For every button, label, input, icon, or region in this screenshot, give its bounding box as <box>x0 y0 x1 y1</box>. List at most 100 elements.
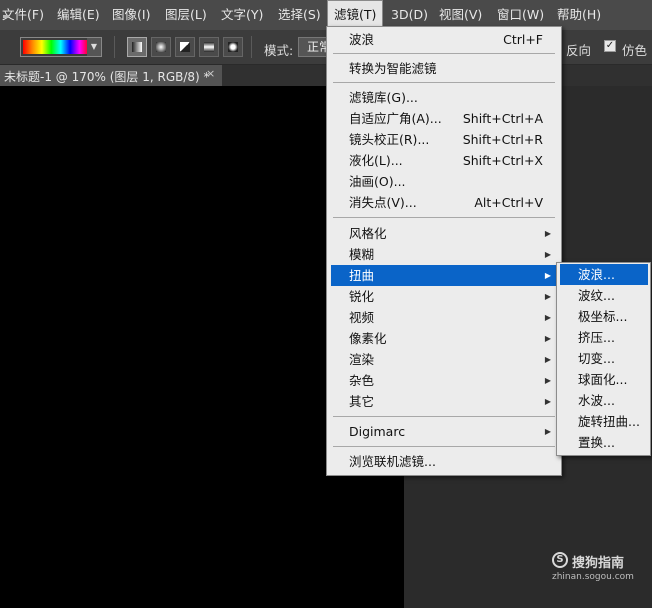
menu-item-pixelate[interactable]: 像素化 ▶ <box>331 328 557 349</box>
menu-item-sharpen[interactable]: 锐化 ▶ <box>331 286 557 307</box>
submenu-arrow-icon: ▶ <box>544 397 551 406</box>
submenu-item-spherize[interactable]: 球面化... <box>560 369 648 390</box>
submenu-item-shear[interactable]: 切变... <box>560 348 648 369</box>
menu-item-digimarc[interactable]: Digimarc ▶ <box>331 421 557 442</box>
menu-item-label: 其它 <box>349 394 375 409</box>
menu-item-label: 锐化 <box>349 289 375 304</box>
menu-item-label: 模糊 <box>349 247 375 262</box>
linear-gradient-icon <box>132 42 142 52</box>
menu-item-vanishing-point[interactable]: 消失点(V)... Alt+Ctrl+V <box>331 192 557 213</box>
menu-separator <box>333 82 555 83</box>
menu-select[interactable]: 选择(S) <box>278 0 321 30</box>
menu-item-shortcut: Alt+Ctrl+V <box>474 195 543 210</box>
submenu-item-label: 球面化... <box>578 372 628 387</box>
submenu-item-label: 极坐标... <box>578 309 628 324</box>
angle-gradient-button[interactable] <box>175 37 195 57</box>
menu-item-shortcut: Shift+Ctrl+X <box>462 153 543 168</box>
gradient-picker[interactable]: ▼ <box>20 37 102 57</box>
menu-item-browse-online-filters[interactable]: 浏览联机滤镜... <box>331 451 557 472</box>
dither-label: 仿色 <box>622 43 648 58</box>
submenu-item-ripple[interactable]: 波纹... <box>560 285 648 306</box>
menu-item-lens-correction[interactable]: 镜头校正(R)... Shift+Ctrl+R <box>331 129 557 150</box>
divider <box>114 36 115 58</box>
menu-item-label: 风格化 <box>349 226 387 241</box>
submenu-item-pinch[interactable]: 挤压... <box>560 327 648 348</box>
submenu-item-label: 波浪... <box>578 267 615 282</box>
submenu-item-polar-coordinates[interactable]: 极坐标... <box>560 306 648 327</box>
menu-item-label: 像素化 <box>349 331 387 346</box>
menu-item-blur[interactable]: 模糊 ▶ <box>331 244 557 265</box>
menu-item-other[interactable]: 其它 ▶ <box>331 391 557 412</box>
submenu-arrow-icon: ▶ <box>544 313 551 322</box>
menu-item-shortcut: Shift+Ctrl+R <box>462 132 543 147</box>
menu-item-label: 自适应广角(A)... <box>349 111 442 126</box>
menu-item-noise[interactable]: 杂色 ▶ <box>331 370 557 391</box>
menu-item-label: Digimarc <box>349 424 406 439</box>
menu-item-distort[interactable]: 扭曲 ▶ <box>331 265 557 286</box>
menu-item-label: 杂色 <box>349 373 375 388</box>
submenu-item-twirl[interactable]: 旋转扭曲... <box>560 411 648 432</box>
menu-item-video[interactable]: 视频 ▶ <box>331 307 557 328</box>
radial-gradient-button[interactable] <box>151 37 171 57</box>
submenu-item-displace[interactable]: 置换... <box>560 432 648 453</box>
menu-item-label: 扭曲 <box>349 268 375 283</box>
submenu-item-label: 旋转扭曲... <box>578 414 640 429</box>
menu-item-label: 油画(O)... <box>349 174 406 189</box>
menu-separator <box>333 53 555 54</box>
distort-submenu: 波浪... 波纹... 极坐标... 挤压... 切变... 球面化... 水波… <box>556 262 651 456</box>
divider <box>251 36 252 58</box>
dither-checkbox[interactable]: ✓ <box>604 40 616 52</box>
menu-help[interactable]: 帮助(H) <box>557 0 601 30</box>
menu-item-last-filter[interactable]: 波浪 Ctrl+F <box>331 29 557 50</box>
angle-gradient-icon <box>180 42 190 52</box>
submenu-item-label: 波纹... <box>578 288 615 303</box>
close-icon[interactable]: × <box>206 67 215 80</box>
sogou-logo-icon: S <box>552 552 568 568</box>
document-tab[interactable]: 未标题-1 @ 170% (图层 1, RGB/8) * × <box>0 65 222 86</box>
menu-item-liquify[interactable]: 液化(L)... Shift+Ctrl+X <box>331 150 557 171</box>
menu-item-label: 浏览联机滤镜... <box>349 454 436 469</box>
menu-item-shortcut: Ctrl+F <box>503 32 543 47</box>
submenu-item-wave[interactable]: 波浪... <box>560 264 648 285</box>
mode-label: 模式: <box>264 43 294 58</box>
menu-item-render[interactable]: 渲染 ▶ <box>331 349 557 370</box>
linear-gradient-button[interactable] <box>127 37 147 57</box>
menu-item-stylize[interactable]: 风格化 ▶ <box>331 223 557 244</box>
menu-item-oil-paint[interactable]: 油画(O)... <box>331 171 557 192</box>
submenu-arrow-icon: ▶ <box>544 355 551 364</box>
submenu-arrow-icon: ▶ <box>544 427 551 436</box>
menu-item-label: 滤镜库(G)... <box>349 90 418 105</box>
watermark-url: zhinan.sogou.com <box>552 572 634 582</box>
menu-item-label: 转换为智能滤镜 <box>349 61 437 76</box>
menu-item-filter-gallery[interactable]: 滤镜库(G)... <box>331 87 557 108</box>
menu-item-label: 视频 <box>349 310 375 325</box>
submenu-arrow-icon: ▶ <box>544 250 551 259</box>
menu-edit[interactable]: 编辑(E) <box>57 0 100 30</box>
reflected-gradient-icon <box>204 42 214 52</box>
menu-item-adaptive-wide-angle[interactable]: 自适应广角(A)... Shift+Ctrl+A <box>331 108 557 129</box>
submenu-arrow-icon: ▶ <box>544 376 551 385</box>
menu-item-label: 液化(L)... <box>349 153 403 168</box>
watermark-text: 搜狗指南 <box>572 556 625 571</box>
submenu-arrow-icon: ▶ <box>544 292 551 301</box>
menu-separator <box>333 416 555 417</box>
menu-item-label: 渲染 <box>349 352 375 367</box>
submenu-item-label: 切变... <box>578 351 615 366</box>
options-grip-icon[interactable] <box>3 15 9 18</box>
diamond-gradient-button[interactable] <box>223 37 243 57</box>
submenu-item-zigzag[interactable]: 水波... <box>560 390 648 411</box>
chevron-down-icon[interactable]: ▼ <box>87 38 101 56</box>
menu-type[interactable]: 文字(Y) <box>221 0 263 30</box>
menu-image[interactable]: 图像(I) <box>112 0 150 30</box>
submenu-arrow-icon: ▶ <box>544 229 551 238</box>
filter-menu: 波浪 Ctrl+F 转换为智能滤镜 滤镜库(G)... 自适应广角(A)... … <box>326 26 562 476</box>
submenu-arrow-icon: ▶ <box>544 271 551 280</box>
submenu-item-label: 水波... <box>578 393 615 408</box>
menu-item-convert-smart-filters[interactable]: 转换为智能滤镜 <box>331 58 557 79</box>
menu-item-label: 消失点(V)... <box>349 195 417 210</box>
gradient-swatch[interactable] <box>23 40 89 54</box>
menu-item-shortcut: Shift+Ctrl+A <box>462 111 543 126</box>
menu-layer[interactable]: 图层(L) <box>165 0 207 30</box>
reflected-gradient-button[interactable] <box>199 37 219 57</box>
radial-gradient-icon <box>156 42 166 52</box>
